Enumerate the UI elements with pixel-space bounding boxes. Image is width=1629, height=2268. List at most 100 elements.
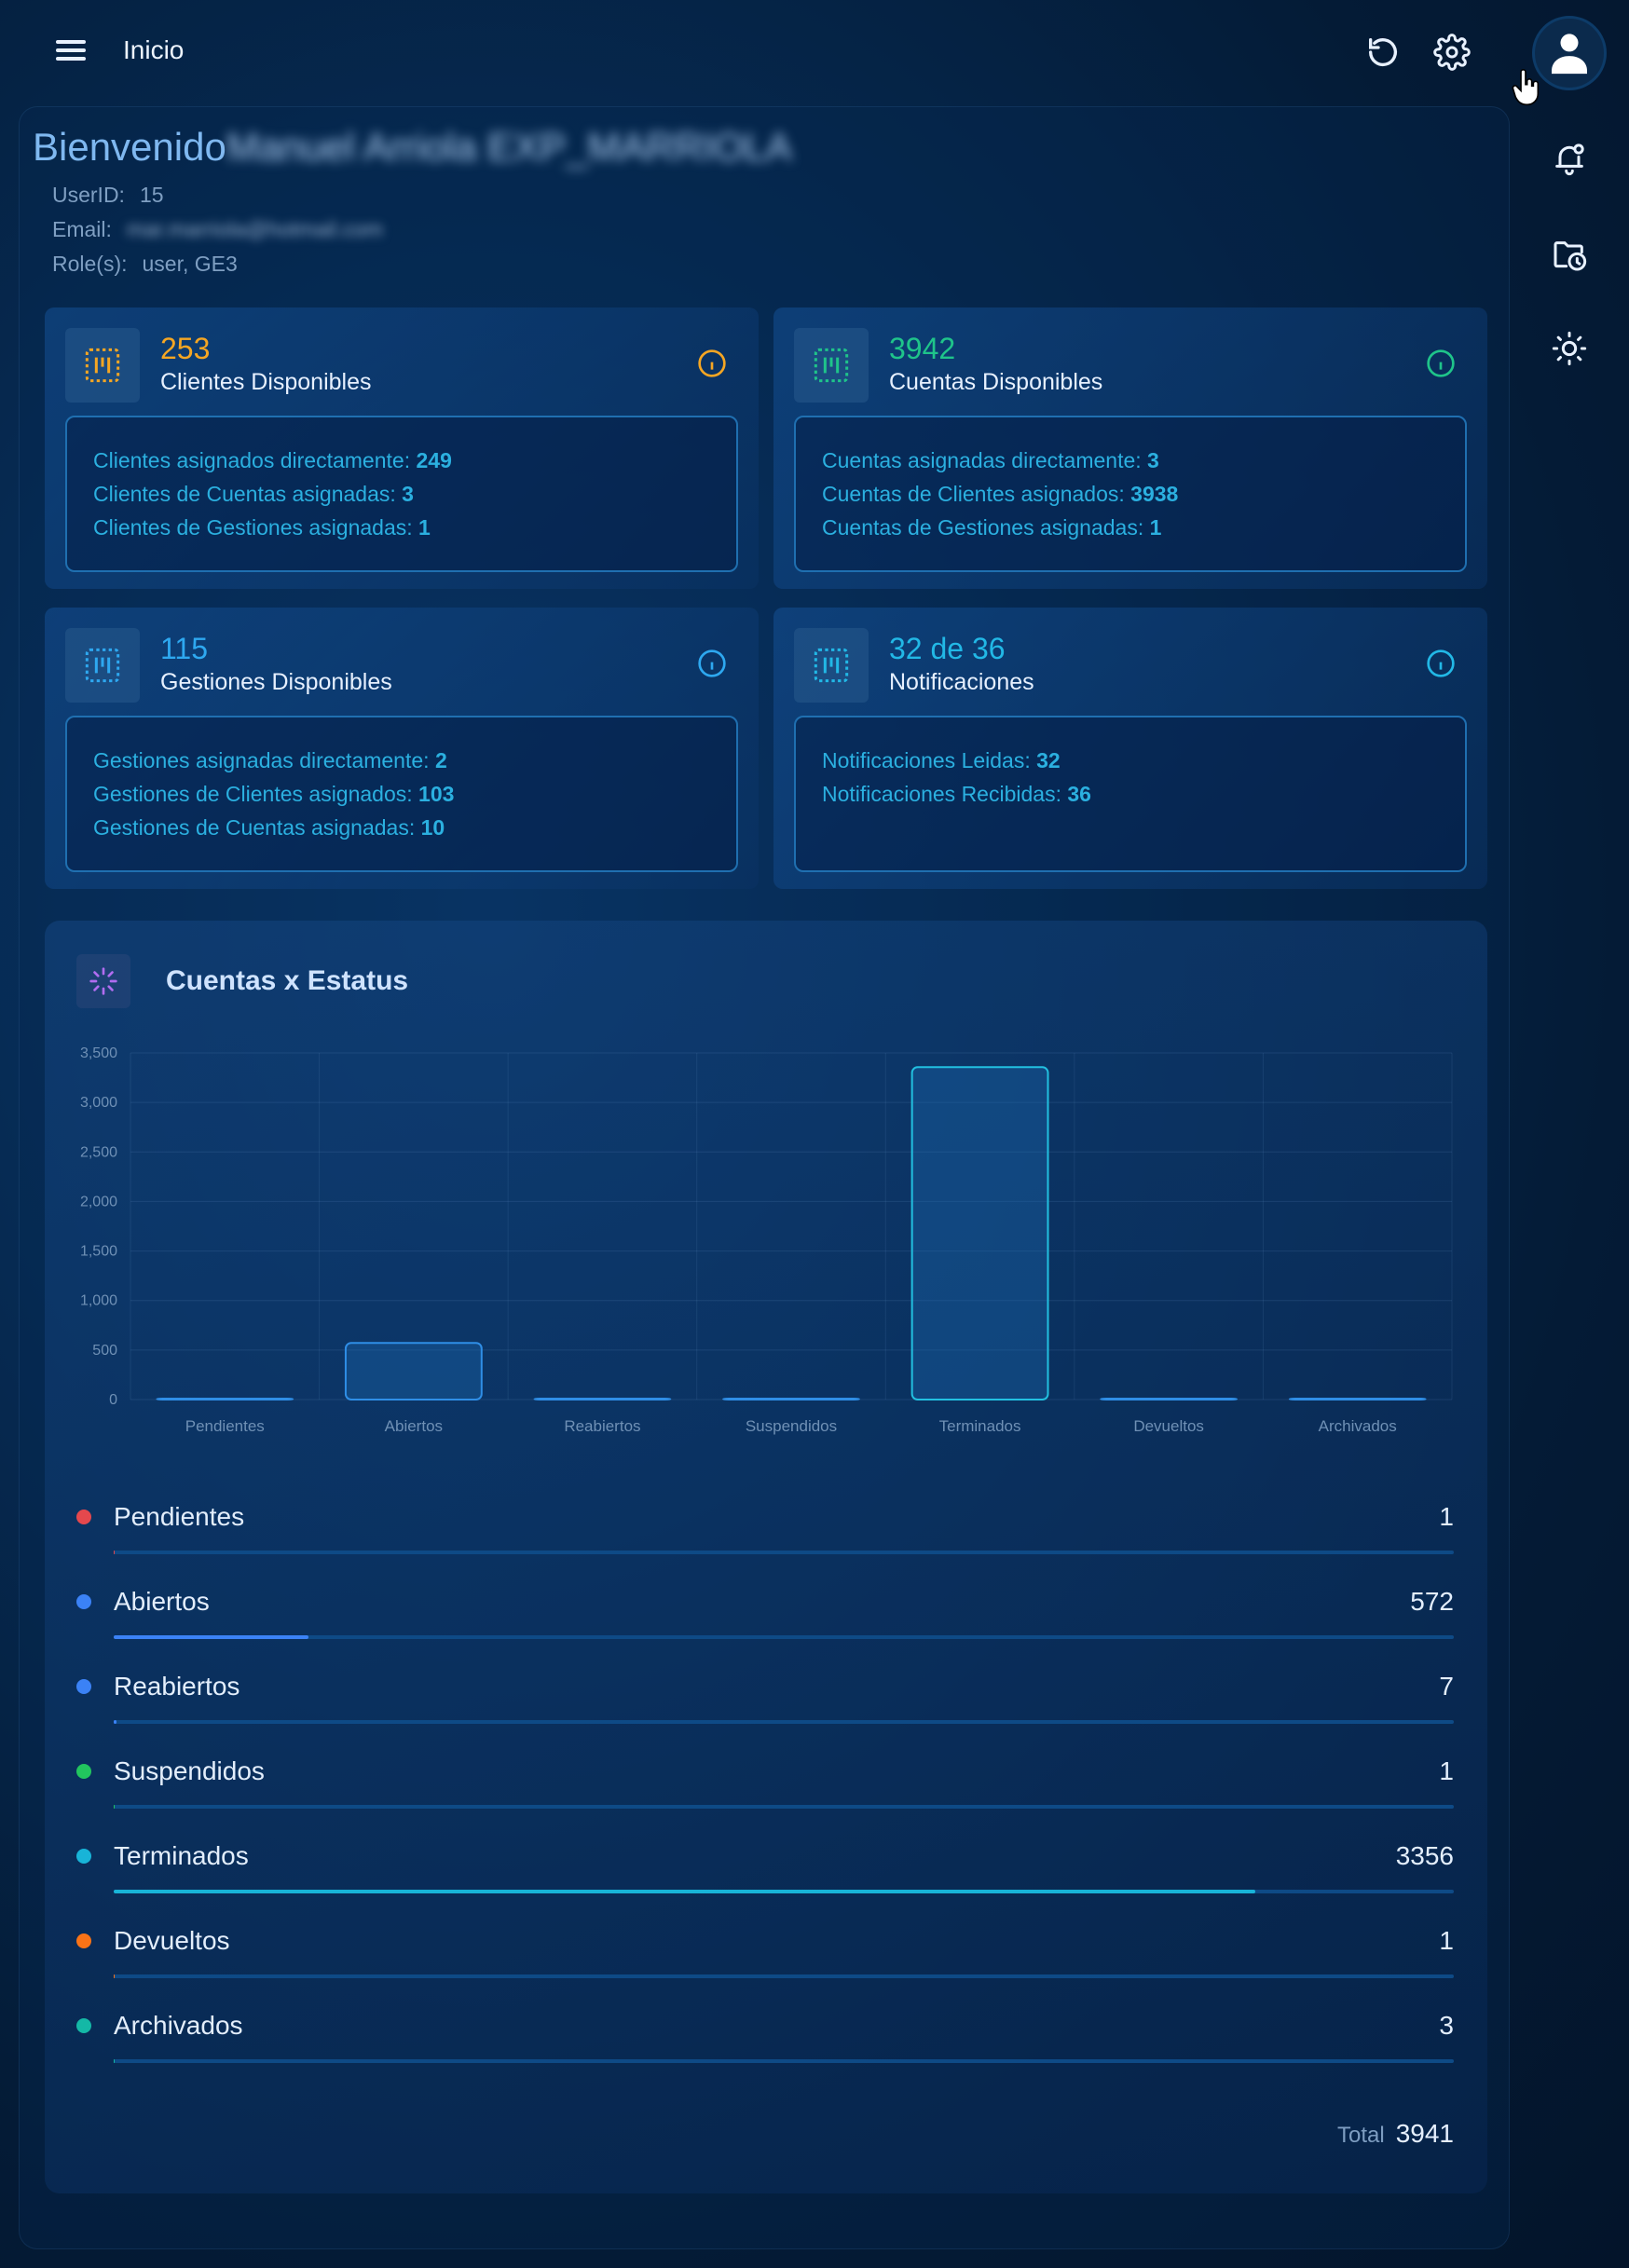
- gestiones-details: Gestiones asignadas directamente: 2 Gest…: [65, 716, 738, 872]
- user-id-label: UserID:: [52, 183, 125, 207]
- cuentas-label: Cuentas Disponibles: [889, 369, 1103, 395]
- x-tick-label: Devueltos: [1133, 1417, 1204, 1435]
- legend-row-pendientes: Pendientes 1: [76, 1493, 1454, 1567]
- total-value: 3941: [1395, 2119, 1454, 2148]
- legend-value: 572: [1410, 1587, 1454, 1616]
- user-id-row: UserID: 15: [52, 183, 164, 208]
- email-value: mar.marriola@hotmail.com: [126, 217, 384, 241]
- y-tick-label: 1,000: [80, 1293, 117, 1309]
- legend-value: 3356: [1395, 1841, 1454, 1870]
- legend-label: Devueltos: [114, 1926, 230, 1955]
- legend-value: 1: [1439, 1502, 1454, 1531]
- y-tick-label: 2,000: [80, 1194, 117, 1209]
- welcome-greeting: Bienvenido: [33, 125, 226, 169]
- status-dot-icon: [76, 1679, 91, 1694]
- info-icon[interactable]: [1426, 649, 1456, 678]
- legend-label: Abiertos: [114, 1587, 210, 1616]
- legend-row-terminados: Terminados 3356: [76, 1832, 1454, 1906]
- detail-line: Gestiones asignadas directamente: 2: [93, 748, 447, 772]
- sun-icon[interactable]: [1551, 330, 1588, 367]
- menu-icon[interactable]: [52, 35, 89, 69]
- detail-line: Clientes de Cuentas asignadas: 3: [93, 482, 414, 506]
- legend-value: 1: [1439, 1756, 1454, 1785]
- bar-chart: 0 500 1,000 1,500 2,000 2,500 3,000 3,500 Pendie…: [80, 1045, 1453, 1435]
- grid-icon: [794, 328, 869, 403]
- bar-abiertos: [344, 1342, 483, 1400]
- gestiones-label: Gestiones Disponibles: [160, 669, 392, 695]
- x-tick-label: Suspendidos: [746, 1417, 837, 1435]
- roles-label: Role(s):: [52, 252, 128, 276]
- y-tick-label: 500: [92, 1343, 117, 1359]
- gestiones-count: 115: [160, 632, 209, 665]
- chart-card: Cuentas x Estatus 0 500 1,000 1,500 2,000 2,5…: [45, 921, 1487, 2193]
- progress-track: [114, 1551, 1454, 1554]
- detail-line: Gestiones de Cuentas asignadas: 10: [93, 815, 445, 840]
- y-tick-label: 2,500: [80, 1144, 117, 1160]
- x-tick-label: Archivados: [1319, 1417, 1397, 1435]
- legend-label: Archivados: [114, 2011, 243, 2040]
- user-avatar-icon[interactable]: [1532, 16, 1607, 90]
- status-dot-icon: [76, 2018, 91, 2033]
- detail-line: Cuentas asignadas directamente: 3: [822, 448, 1159, 472]
- loader-icon: [76, 954, 130, 1008]
- legend-row-devueltos: Devueltos 1: [76, 1917, 1454, 1991]
- legend-value: 1: [1439, 1926, 1454, 1955]
- info-icon[interactable]: [697, 348, 727, 378]
- bar-terminados: [910, 1066, 1049, 1400]
- y-tick-label: 0: [109, 1392, 117, 1408]
- email-label: Email:: [52, 217, 112, 241]
- top-bar: Inicio: [0, 0, 1629, 106]
- legend-value: 7: [1439, 1672, 1454, 1701]
- notificaciones-details: Notificaciones Leidas: 32 Notificaciones…: [794, 716, 1467, 872]
- welcome-heading: BienvenidoManuel Arriola EXP_MARRIOLA: [33, 125, 792, 170]
- bar-reabiertos: [533, 1398, 672, 1400]
- clientes-count: 253: [160, 332, 211, 365]
- info-icon[interactable]: [1426, 348, 1456, 378]
- progress-track: [114, 1720, 1454, 1724]
- detail-line: Clientes asignados directamente: 249: [93, 448, 452, 472]
- user-id-value: 15: [139, 183, 164, 207]
- legend-row-abiertos: Abiertos 572: [76, 1578, 1454, 1652]
- y-tick-label: 1,500: [80, 1244, 117, 1260]
- card-notificaciones: 32 de 36 Notificaciones Notificaciones L…: [773, 608, 1487, 889]
- detail-line: Cuentas de Gestiones asignadas: 1: [822, 515, 1162, 540]
- gear-icon[interactable]: [1433, 34, 1471, 71]
- y-tick-label: 3,000: [80, 1095, 117, 1111]
- status-dot-icon: [76, 1933, 91, 1948]
- legend-row-archivados: Archivados 3: [76, 2002, 1454, 2076]
- legend-label: Pendientes: [114, 1502, 245, 1531]
- cuentas-details: Cuentas asignadas directamente: 3 Cuenta…: [794, 416, 1467, 572]
- card-gestiones: 115 Gestiones Disponibles Gestiones asig…: [45, 608, 759, 889]
- cuentas-count: 3942: [889, 332, 956, 365]
- progress-track: [114, 1805, 1454, 1809]
- legend-label: Terminados: [114, 1841, 249, 1870]
- roles-value: user, GE3: [142, 252, 238, 276]
- detail-line: Cuentas de Clientes asignados: 3938: [822, 482, 1179, 506]
- progress-fill: [114, 1635, 308, 1639]
- progress-track: [114, 2059, 1454, 2063]
- bar-suspendidos: [722, 1398, 860, 1400]
- bar-devueltos: [1100, 1398, 1239, 1400]
- x-tick-label: Terminados: [939, 1417, 1021, 1435]
- card-cuentas: 3942 Cuentas Disponibles Cuentas asignad…: [773, 307, 1487, 589]
- legend-label: Reabiertos: [114, 1672, 240, 1701]
- user-name: Manuel Arriola EXP_MARRIOLA: [226, 125, 792, 169]
- status-dot-icon: [76, 1764, 91, 1779]
- refresh-icon[interactable]: [1364, 34, 1402, 71]
- bell-icon[interactable]: [1551, 140, 1588, 177]
- progress-fill: [114, 2059, 116, 2063]
- progress-track: [114, 1635, 1454, 1639]
- status-dot-icon: [76, 1510, 91, 1524]
- info-icon[interactable]: [697, 649, 727, 678]
- grid-icon: [65, 328, 140, 403]
- detail-line: Clientes de Gestiones asignadas: 1: [93, 515, 431, 540]
- page-title: Inicio: [123, 35, 185, 64]
- progress-fill: [114, 1720, 116, 1724]
- folder-clock-icon[interactable]: [1551, 237, 1588, 274]
- progress-track: [114, 1890, 1454, 1893]
- legend-row-reabiertos: Reabiertos 7: [76, 1662, 1454, 1737]
- detail-line: Gestiones de Clientes asignados: 103: [93, 782, 455, 806]
- card-clientes: 253 Clientes Disponibles Clientes asigna…: [45, 307, 759, 589]
- progress-track: [114, 1974, 1454, 1978]
- hand-cursor-icon: [1510, 69, 1541, 111]
